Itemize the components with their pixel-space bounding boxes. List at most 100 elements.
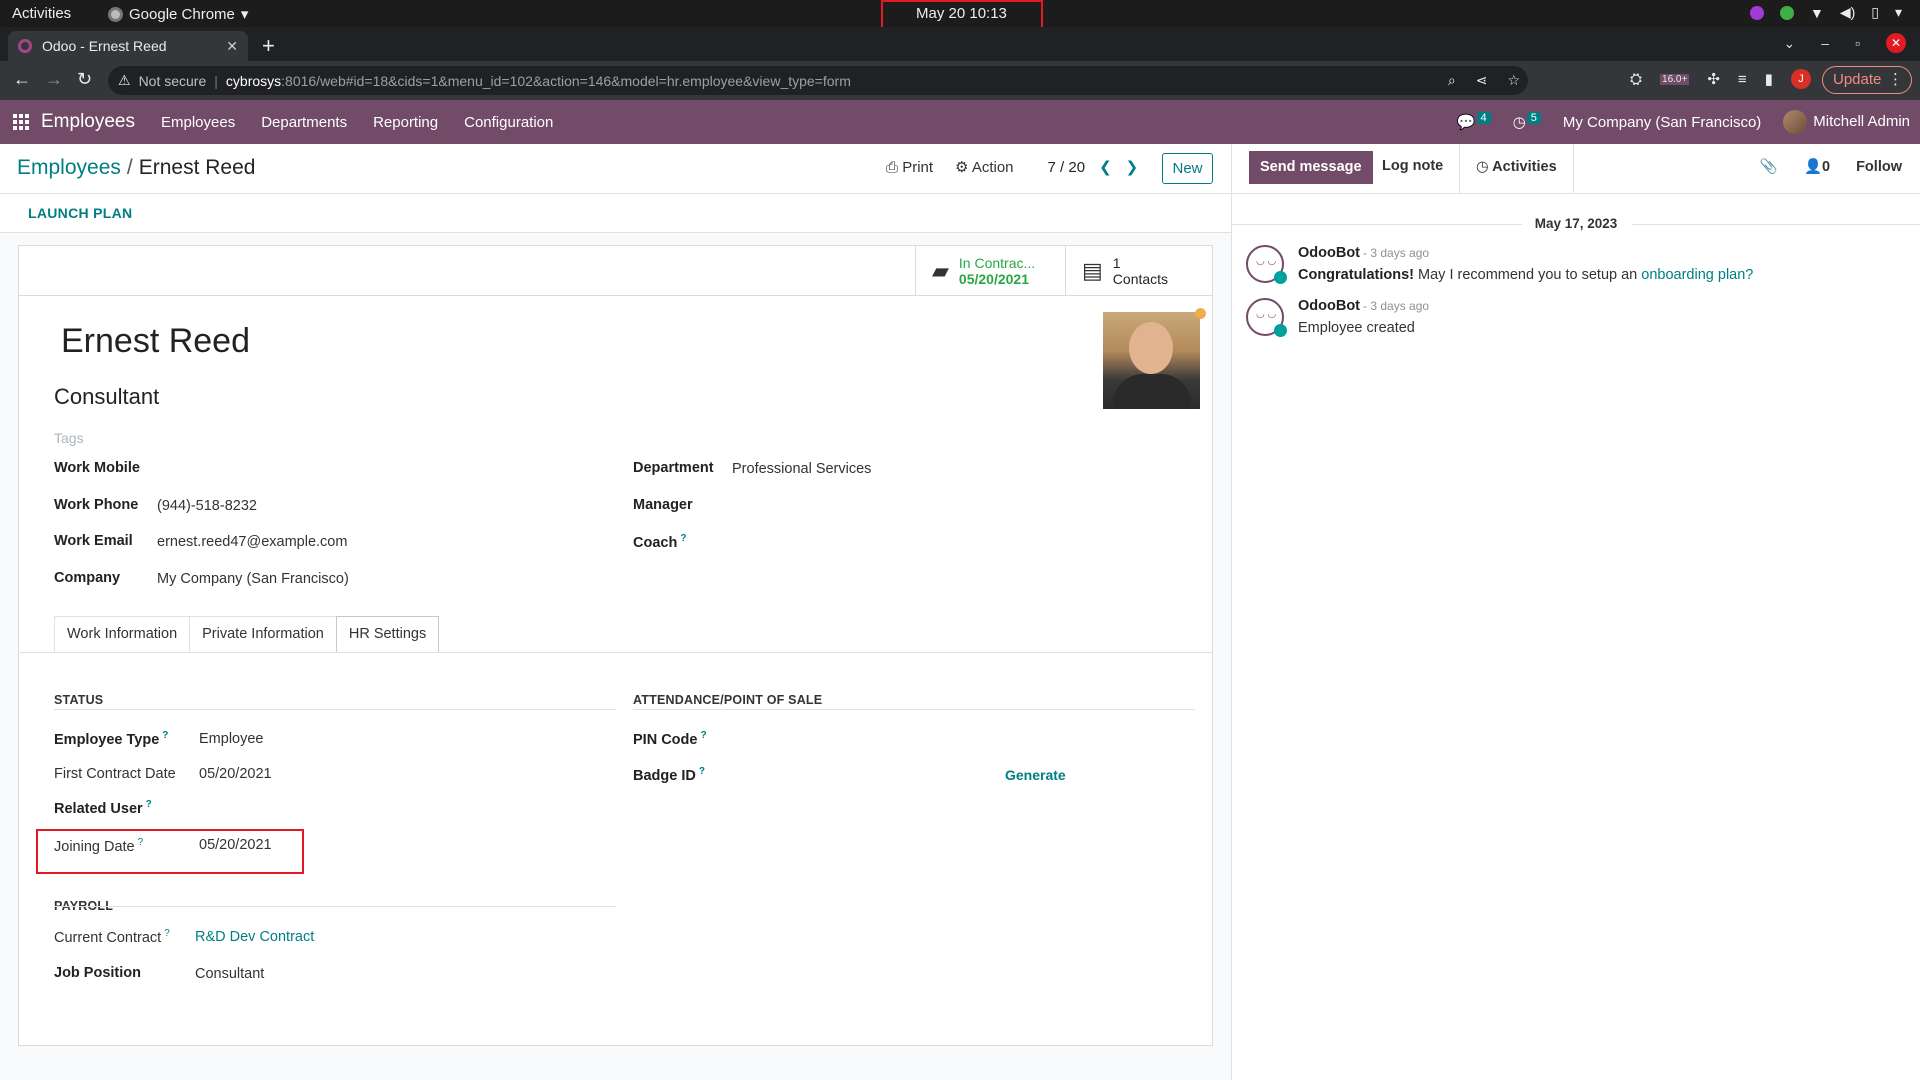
generate-badge-button[interactable]: Generate — [1005, 767, 1066, 783]
tab-strip: Odoo - Ernest Reed ✕ + ⌄ – ▫ ✕ — [0, 27, 1920, 61]
odoobot-avatar[interactable]: ◡ ◡ — [1246, 298, 1287, 337]
back-icon[interactable]: ← — [13, 69, 31, 90]
menu-configuration[interactable]: Configuration — [464, 114, 553, 131]
send-message-button[interactable]: Send message — [1249, 151, 1373, 184]
chatter-topbar: Send message Log note ◷ Activities 📎 👤0 … — [1232, 144, 1920, 194]
breadcrumb-employees[interactable]: Employees — [17, 156, 121, 179]
pager-previous-icon[interactable]: ❮ — [1099, 158, 1112, 176]
new-button[interactable]: New — [1162, 153, 1213, 184]
current-contract-label-text: Current Contract — [54, 929, 162, 946]
company-switcher[interactable]: My Company (San Francisco) — [1563, 114, 1761, 131]
odoo-favicon-icon — [18, 39, 32, 53]
contract-smart-button[interactable]: ▰ In Contrac... 05/20/2021 — [915, 246, 1065, 295]
action-button[interactable]: ⚙ Action — [955, 158, 1014, 176]
employee-photo[interactable] — [1103, 312, 1200, 409]
new-tab-icon[interactable]: + — [262, 33, 275, 59]
activities-menu[interactable]: ◷ 5 — [1512, 112, 1541, 131]
odoobot-avatar[interactable]: ◡ ◡ — [1246, 245, 1287, 284]
pager-next-icon[interactable]: ❯ — [1126, 158, 1139, 176]
heart-icon — [1274, 324, 1287, 337]
help-icon[interactable]: ? — [700, 730, 706, 741]
puzzle-icon[interactable]: ✣ — [1707, 70, 1720, 88]
help-icon[interactable]: ? — [146, 799, 152, 810]
zoom-icon[interactable]: ⌕ — [1448, 72, 1456, 89]
status-section-title: STATUS — [54, 693, 104, 707]
app-menu[interactable]: Google Chrome ▾ — [108, 5, 248, 23]
author-name[interactable]: OdooBot — [1298, 298, 1360, 314]
restore-icon[interactable]: ▫ — [1855, 35, 1860, 51]
update-indicator-icon — [1779, 5, 1794, 20]
browser-toolbar: ← → ↻ ⚠ Not secure | cybrosys :8016/web#… — [0, 61, 1920, 100]
department-field[interactable]: Professional Services — [732, 461, 871, 477]
job-position-field[interactable]: Consultant — [195, 966, 264, 982]
tab-title: Odoo - Ernest Reed — [42, 38, 167, 54]
bookmark-star-icon[interactable]: ☆ — [1507, 72, 1520, 89]
minimize-icon[interactable]: – — [1821, 35, 1829, 51]
message-time: - 3 days ago — [1363, 246, 1430, 260]
onboarding-plan-link[interactable]: onboarding plan? — [1641, 267, 1753, 283]
caret-down-icon: ▾ — [240, 6, 249, 23]
activities-button[interactable]: Activities — [12, 5, 71, 22]
tab-hr-settings[interactable]: HR Settings — [335, 616, 440, 653]
date-line-right — [1632, 224, 1920, 225]
extension-icon[interactable]: ⛭ — [1630, 71, 1642, 88]
paperclip-icon[interactable]: 📎 — [1760, 158, 1778, 175]
app-grid-icon[interactable] — [13, 114, 29, 130]
forward-icon[interactable]: → — [45, 69, 63, 90]
side-panel-icon[interactable]: ▮ — [1765, 70, 1773, 88]
tab-private-information[interactable]: Private Information — [189, 616, 337, 653]
close-window-icon[interactable]: ✕ — [1886, 33, 1906, 53]
tray-menu-icon: ▾ — [1894, 4, 1902, 20]
pager-value[interactable]: 7 / 20 — [1048, 159, 1086, 176]
share-icon[interactable]: ⋖ — [1476, 72, 1488, 89]
user-menu[interactable]: Mitchell Admin — [1783, 110, 1910, 134]
work-email-field[interactable]: ernest.reed47@example.com — [157, 534, 347, 550]
tab-work-information[interactable]: Work Information — [54, 616, 191, 653]
author-name[interactable]: OdooBot — [1298, 245, 1360, 261]
clock-icon: ◷ — [1512, 114, 1526, 131]
employee-name[interactable]: Ernest Reed — [61, 322, 250, 361]
employee-job-title[interactable]: Consultant — [54, 384, 159, 410]
message-text: May I recommend you to setup an — [1414, 267, 1642, 283]
followers-count: 0 — [1822, 159, 1831, 175]
employee-type-field[interactable]: Employee — [199, 731, 263, 747]
reading-list-icon[interactable]: ≡ — [1738, 71, 1747, 88]
help-icon[interactable]: ? — [164, 928, 170, 939]
work-phone-field[interactable]: (944)-518-8232 — [157, 498, 257, 514]
odoo-version-extension[interactable]: 16.0+ — [1660, 73, 1690, 85]
company-field[interactable]: My Company (San Francisco) — [157, 571, 349, 587]
help-icon[interactable]: ? — [162, 730, 168, 741]
tags-input[interactable]: Tags — [54, 430, 84, 446]
more-menu-icon[interactable]: ⋮ — [1888, 67, 1903, 93]
menu-departments[interactable]: Departments — [261, 114, 347, 131]
help-icon[interactable]: ? — [680, 533, 686, 544]
launch-plan-button[interactable]: LAUNCH PLAN — [28, 205, 132, 221]
tab-search-icon[interactable]: ⌄ — [1784, 35, 1796, 52]
current-contract-link[interactable]: R&D Dev Contract — [195, 929, 314, 945]
app-title[interactable]: Employees — [41, 111, 135, 133]
close-tab-icon[interactable]: ✕ — [226, 38, 238, 55]
update-button[interactable]: Update ⋮ — [1822, 66, 1912, 94]
address-bar[interactable]: ⚠ Not secure | cybrosys :8016/web#id=18&… — [108, 66, 1528, 95]
url-separator: | — [214, 72, 218, 89]
first-contract-date-field: 05/20/2021 — [199, 766, 272, 782]
menu-employees[interactable]: Employees — [161, 114, 235, 131]
print-button[interactable]: ⎙ Print — [886, 159, 933, 176]
contacts-smart-button[interactable]: ▤ 1 Contacts — [1065, 246, 1213, 295]
system-tray[interactable]: ▼ ◀) ▯ ▾ — [1749, 4, 1902, 21]
menu-reporting[interactable]: Reporting — [373, 114, 438, 131]
log-note-button[interactable]: Log note — [1382, 158, 1443, 174]
followers-button[interactable]: 👤0 — [1804, 158, 1830, 175]
help-icon[interactable]: ? — [699, 766, 705, 777]
activities-button[interactable]: ◷ Activities — [1459, 144, 1574, 193]
follow-button[interactable]: Follow — [1856, 159, 1902, 175]
reload-icon[interactable]: ↻ — [77, 69, 92, 90]
user-icon: 👤 — [1803, 159, 1822, 175]
messages-menu[interactable]: 💬 4 — [1457, 112, 1491, 131]
browser-tab[interactable]: Odoo - Ernest Reed ✕ — [8, 31, 248, 61]
app-indicator-icon — [1749, 5, 1764, 20]
profile-avatar[interactable]: J — [1790, 69, 1811, 89]
related-user-label: Related User? — [54, 799, 152, 817]
gear-icon: ⚙ — [955, 159, 969, 176]
manager-label: Manager — [633, 497, 693, 513]
